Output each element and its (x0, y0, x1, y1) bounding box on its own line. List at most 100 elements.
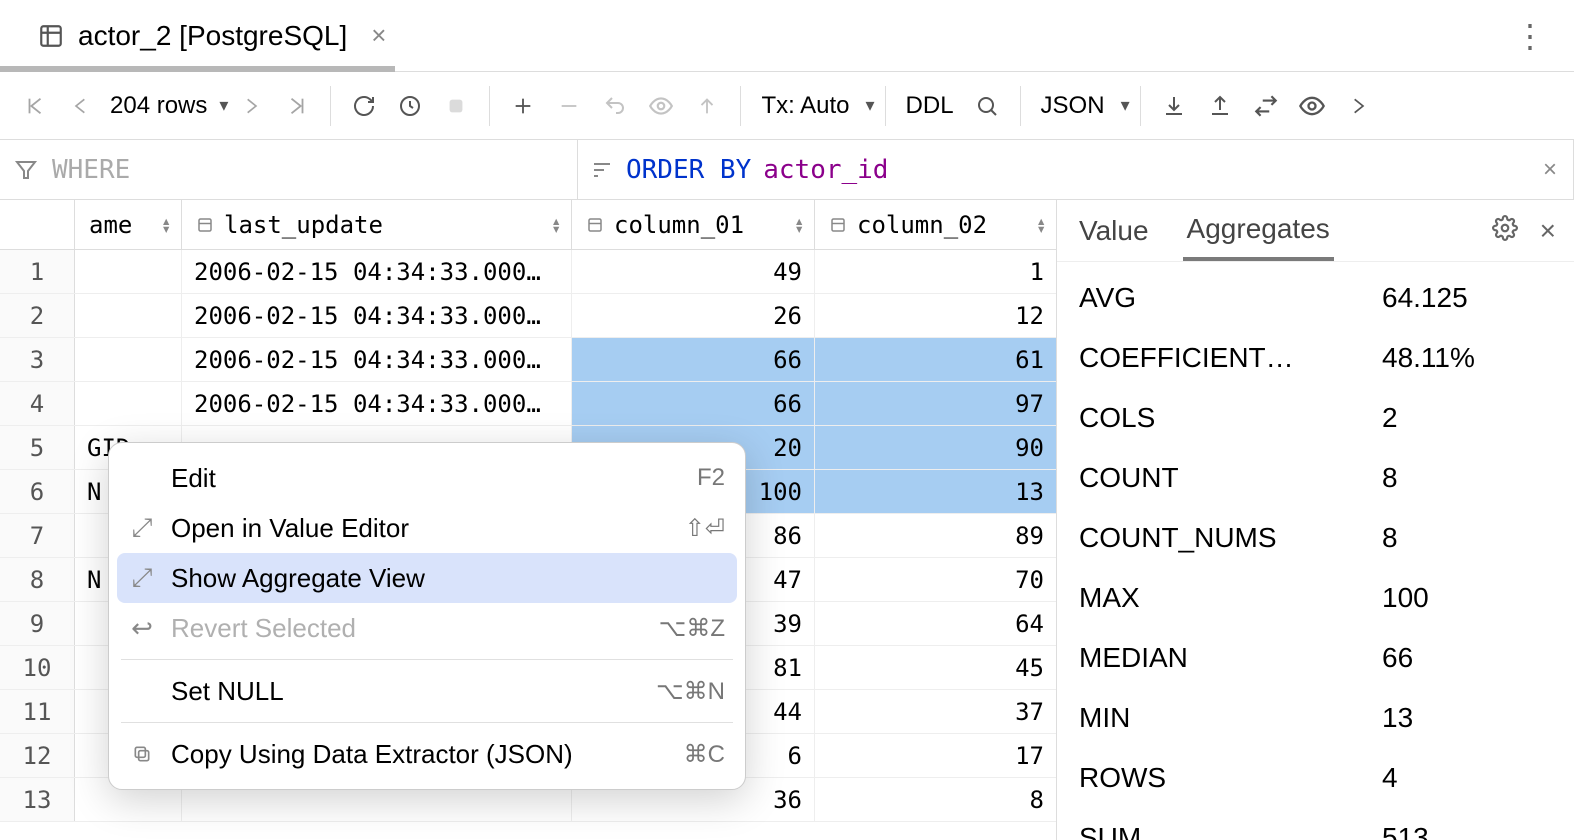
prev-page-button[interactable] (58, 84, 104, 128)
aggregate-name: COUNT_NUMS (1079, 522, 1382, 554)
search-button[interactable] (964, 84, 1010, 128)
next-page-button[interactable] (228, 84, 274, 128)
row-count-label[interactable]: 204 rows (104, 92, 213, 120)
menu-open-value-editor[interactable]: ⤢ Open in Value Editor ⇧⏎ (109, 503, 745, 553)
column-header-last-update[interactable]: last_update ▴▾ (182, 200, 572, 249)
aggregate-row[interactable]: COUNT_NUMS8 (1057, 508, 1574, 568)
row-number: 4 (0, 382, 75, 425)
data-toolbar: 204 rows ▾ Tx: Auto▾ DDL JSON▾ (0, 72, 1574, 140)
aggregate-name: COUNT (1079, 462, 1382, 494)
add-row-button[interactable] (500, 84, 546, 128)
undo-icon: ↩ (127, 613, 157, 644)
upload-button[interactable] (1197, 84, 1243, 128)
table-row[interactable]: 32006-02-15 04:34:33.0006661 (0, 338, 1056, 382)
cell-column-02[interactable]: 64 (815, 602, 1057, 645)
menu-shortcut: ⌥⌘N (656, 677, 725, 706)
cell-column-02[interactable]: 17 (815, 734, 1057, 777)
aggregate-row[interactable]: ROWS4 (1057, 748, 1574, 808)
orderby-filter[interactable]: ORDER BY actor_id × (578, 140, 1574, 199)
aggregate-value: 66 (1382, 642, 1552, 674)
close-icon[interactable]: × (371, 20, 386, 51)
cell-column-02[interactable]: 70 (815, 558, 1057, 601)
aggregate-row[interactable]: COEFFICIENT…48.11% (1057, 328, 1574, 388)
chevron-down-icon: ▾ (219, 95, 228, 116)
column-header-ame[interactable]: ame ▴▾ (75, 200, 182, 249)
first-page-button[interactable] (12, 84, 58, 128)
cell-column-02[interactable]: 97 (815, 382, 1057, 425)
column-icon (586, 216, 604, 234)
table-row[interactable]: 22006-02-15 04:34:33.0002612 (0, 294, 1056, 338)
row-number: 11 (0, 690, 75, 733)
cell-last-update[interactable]: 2006-02-15 04:34:33.000 (182, 294, 572, 337)
cell-column-02[interactable]: 61 (815, 338, 1057, 381)
cell-column-01[interactable]: 66 (572, 382, 815, 425)
last-page-button[interactable] (274, 84, 320, 128)
tab-aggregates[interactable]: Aggregates (1183, 201, 1334, 261)
cell-column-02[interactable]: 1 (815, 250, 1057, 293)
aggregate-row[interactable]: SUM513 (1057, 808, 1574, 840)
table-row[interactable]: 4 2006-02-15 04:34:33.0006697 (0, 382, 1056, 426)
cell-column-01[interactable]: 66 (572, 338, 815, 381)
cell-ame[interactable] (75, 250, 182, 293)
menu-show-aggregate-view[interactable]: ⤢ Show Aggregate View (117, 553, 737, 603)
reload-button[interactable] (341, 84, 387, 128)
column-icon (829, 216, 847, 234)
cell-last-update[interactable]: 2006-02-15 04:34:33.000 (182, 382, 572, 425)
cell-ame[interactable] (75, 338, 182, 381)
ddl-button[interactable]: DDL (896, 92, 964, 120)
stop-button[interactable] (433, 84, 479, 128)
aggregate-list: AVG64.125COEFFICIENT…48.11%COLS2COUNT8CO… (1057, 262, 1574, 840)
cell-column-02[interactable]: 12 (815, 294, 1057, 337)
cell-column-02[interactable]: 89 (815, 514, 1057, 557)
kebab-menu-icon[interactable]: ⋮ (1514, 18, 1546, 54)
aggregate-row[interactable]: MAX100 (1057, 568, 1574, 628)
cell-last-update[interactable]: 2006-02-15 04:34:33.000 (182, 338, 572, 381)
close-icon[interactable]: × (1543, 156, 1557, 184)
aggregate-row[interactable]: COUNT8 (1057, 448, 1574, 508)
menu-edit[interactable]: Edit F2 (109, 453, 745, 503)
schedule-button[interactable] (387, 84, 433, 128)
download-button[interactable] (1151, 84, 1197, 128)
where-filter[interactable]: WHERE (0, 140, 578, 199)
cell-ame[interactable] (75, 294, 182, 337)
cell-column-02[interactable]: 37 (815, 690, 1057, 733)
column-header-column-02[interactable]: column_02 ▴▾ (815, 200, 1057, 249)
column-header-column-01[interactable]: column_01 ▴▾ (572, 200, 815, 249)
aggregate-value: 100 (1382, 582, 1552, 614)
transaction-mode[interactable]: Tx: Auto (751, 92, 859, 120)
revert-button[interactable] (592, 84, 638, 128)
cell-column-02[interactable]: 8 (815, 778, 1057, 821)
cell-column-02[interactable]: 13 (815, 470, 1057, 513)
export-format[interactable]: JSON (1031, 92, 1115, 120)
close-icon[interactable]: × (1540, 215, 1556, 247)
aggregate-row[interactable]: AVG64.125 (1057, 268, 1574, 328)
aggregate-row[interactable]: MEDIAN66 (1057, 628, 1574, 688)
sort-icon: ▴▾ (161, 217, 171, 233)
menu-set-null[interactable]: Set NULL ⌥⌘N (109, 666, 745, 716)
gear-icon[interactable] (1492, 215, 1518, 247)
remove-row-button[interactable] (546, 84, 592, 128)
table-row[interactable]: 12006-02-15 04:34:33.000491 (0, 250, 1056, 294)
tab-value[interactable]: Value (1075, 203, 1153, 259)
cell-column-02[interactable]: 90 (815, 426, 1057, 469)
aggregate-row[interactable]: COLS2 (1057, 388, 1574, 448)
table-icon (38, 23, 64, 49)
more-button[interactable] (1335, 84, 1381, 128)
editor-tab[interactable]: actor_2 [PostgreSQL] × (20, 0, 404, 71)
compare-button[interactable] (1243, 84, 1289, 128)
editor-tab-title: actor_2 [PostgreSQL] (78, 20, 347, 52)
preview-pending-button[interactable] (638, 84, 684, 128)
cell-last-update[interactable]: 2006-02-15 04:34:33.000 (182, 250, 572, 293)
submit-button[interactable] (684, 84, 730, 128)
cell-column-01[interactable]: 26 (572, 294, 815, 337)
column-header-label: last_update (224, 211, 383, 239)
cell-column-02[interactable]: 45 (815, 646, 1057, 689)
orderby-expression: actor_id (763, 155, 888, 185)
aggregate-row[interactable]: MIN13 (1057, 688, 1574, 748)
view-button[interactable] (1289, 84, 1335, 128)
cell-ame[interactable] (75, 382, 182, 425)
menu-separator (121, 722, 733, 723)
menu-copy-extractor[interactable]: Copy Using Data Extractor (JSON) ⌘C (109, 729, 745, 779)
cell-column-01[interactable]: 49 (572, 250, 815, 293)
menu-label: Revert Selected (171, 613, 356, 644)
